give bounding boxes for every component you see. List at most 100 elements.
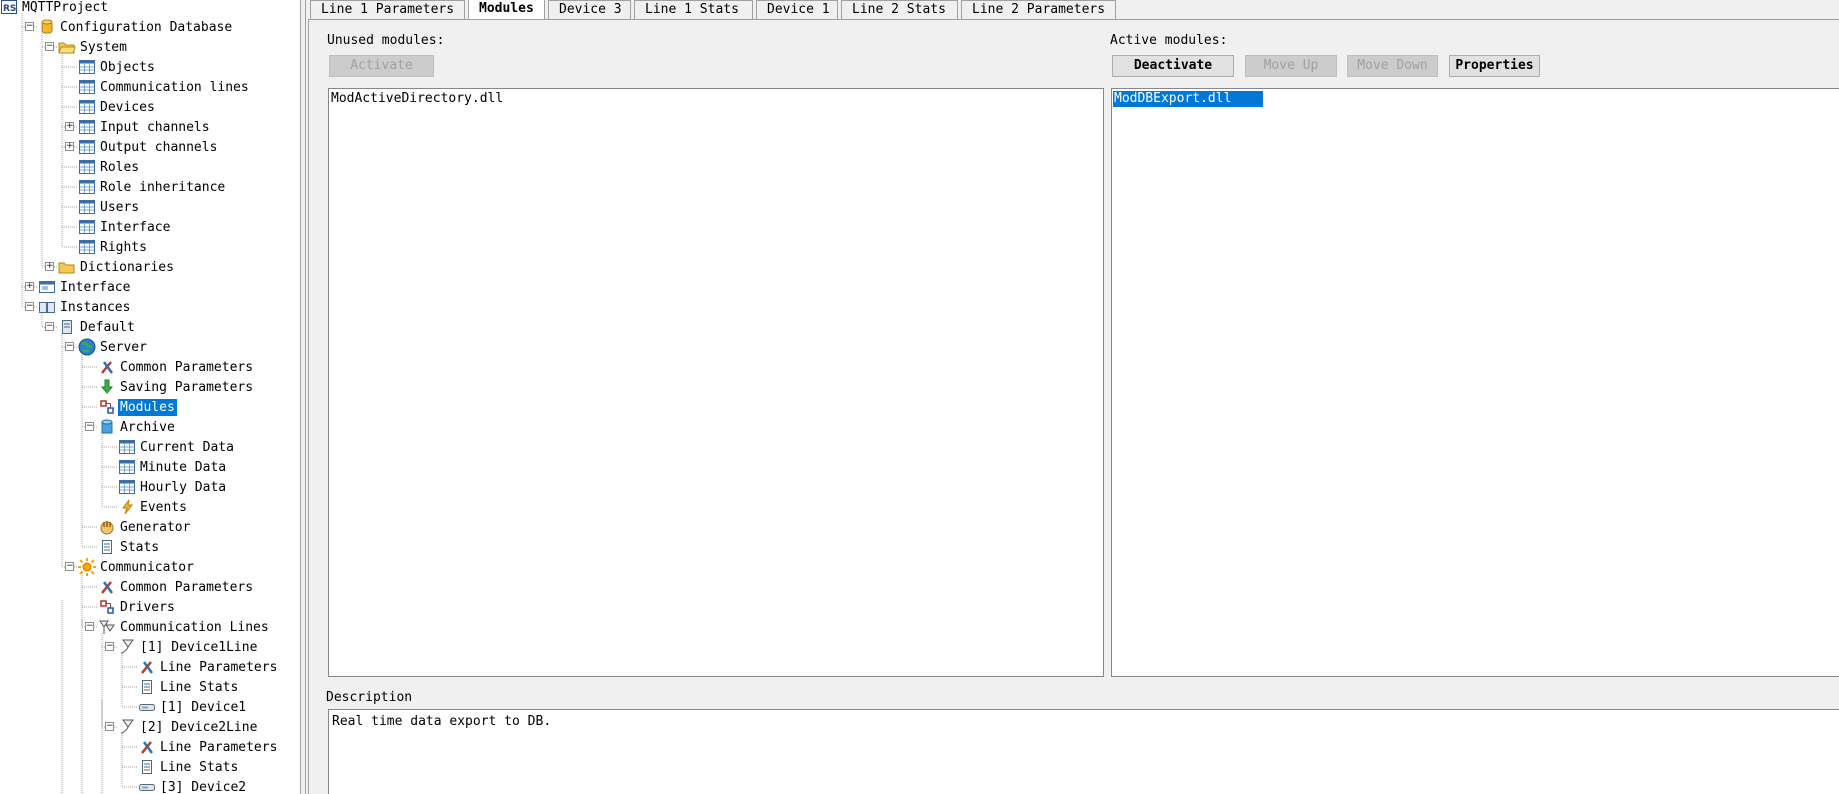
- tree-node-label[interactable]: Interface: [58, 279, 132, 296]
- collapse-icon[interactable]: −: [85, 622, 94, 631]
- deactivate-button[interactable]: Deactivate: [1112, 55, 1234, 77]
- unused-modules-list[interactable]: ModActiveDirectory.dll: [328, 88, 1104, 677]
- folder-icon: [58, 258, 76, 276]
- table-icon: [78, 138, 96, 156]
- tree-node-label[interactable]: Events: [138, 499, 189, 516]
- tree-node-label[interactable]: Interface: [98, 219, 172, 236]
- collapse-icon[interactable]: −: [25, 302, 34, 311]
- tree-node-label[interactable]: Objects: [98, 59, 157, 76]
- collapse-icon[interactable]: −: [105, 722, 114, 731]
- tab-line-1-stats[interactable]: Line 1 Stats: [634, 0, 753, 20]
- tab-modules[interactable]: Modules: [468, 0, 545, 20]
- tree-node-label[interactable]: Line Stats: [158, 759, 240, 776]
- tree-node-label[interactable]: [3] Device2: [158, 779, 248, 794]
- tree-node-label[interactable]: Current Data: [138, 439, 236, 456]
- tools-icon: [98, 578, 116, 596]
- tab-line-2-parameters[interactable]: Line 2 Parameters: [961, 0, 1116, 20]
- document-icon: [98, 538, 116, 556]
- tree-node-label[interactable]: Line Parameters: [158, 739, 279, 756]
- table-icon: [78, 78, 96, 96]
- table-icon: [118, 458, 136, 476]
- tree-node-label[interactable]: Dictionaries: [78, 259, 176, 276]
- tree-node-label[interactable]: Role inheritance: [98, 179, 227, 196]
- comm-line-icon: [118, 718, 136, 736]
- collapse-icon[interactable]: −: [105, 642, 114, 651]
- tree-node-label[interactable]: [2] Device2Line: [138, 719, 259, 736]
- expand-icon[interactable]: +: [45, 262, 54, 271]
- move-down-button[interactable]: Move Down: [1347, 55, 1438, 77]
- description-box: Real time data export to DB.: [328, 709, 1839, 794]
- tab-device-3[interactable]: Device 3: [548, 0, 631, 20]
- table-icon: [78, 118, 96, 136]
- cylinder-icon: [98, 418, 116, 436]
- tree-node-label[interactable]: Instances: [58, 299, 132, 316]
- tab-line-2-stats[interactable]: Line 2 Stats: [841, 0, 958, 20]
- tab-device-1[interactable]: Device 1: [756, 0, 838, 20]
- activate-button[interactable]: Activate: [329, 55, 434, 77]
- tree-node-label[interactable]: Communicator: [98, 559, 196, 576]
- tree-node-label[interactable]: Communication lines: [98, 79, 251, 96]
- table-icon: [78, 218, 96, 236]
- rs-project-icon: RS: [0, 0, 18, 16]
- active-modules-list[interactable]: ModDBExport.dll: [1111, 88, 1839, 677]
- modules-tab-page: Unused modules: Activate ModActiveDirect…: [308, 19, 1839, 794]
- tree-node-label[interactable]: Generator: [118, 519, 192, 536]
- lightning-icon: [118, 498, 136, 516]
- list-item-selected[interactable]: ModDBExport.dll: [1113, 91, 1263, 107]
- tree-node-label[interactable]: Devices: [98, 99, 157, 116]
- tree-node-label[interactable]: Communication Lines: [118, 619, 271, 636]
- tree-node-label[interactable]: MQTTProject: [20, 0, 110, 16]
- tree-node-label[interactable]: Configuration Database: [58, 19, 234, 36]
- modules-icon: [98, 398, 116, 416]
- collapse-icon[interactable]: −: [45, 322, 54, 331]
- explorer-tree[interactable]: RS MQTTProject − Configuration Database − Sys…: [0, 0, 300, 794]
- tree-node-label[interactable]: Archive: [118, 419, 177, 436]
- collapse-icon[interactable]: −: [65, 562, 74, 571]
- table-icon: [78, 198, 96, 216]
- interface-window-icon: [38, 278, 56, 296]
- tree-node-label[interactable]: Output channels: [98, 139, 219, 156]
- tree-node-label[interactable]: Line Parameters: [158, 659, 279, 676]
- tree-node-label[interactable]: [1] Device1Line: [138, 639, 259, 656]
- move-up-button[interactable]: Move Up: [1245, 55, 1337, 77]
- tree-node-label[interactable]: Server: [98, 339, 149, 356]
- tree-node-label[interactable]: Drivers: [118, 599, 177, 616]
- tree-node-label[interactable]: Roles: [98, 159, 141, 176]
- sun-icon: [78, 558, 96, 576]
- tree-node-label[interactable]: Modules: [118, 399, 177, 416]
- collapse-icon[interactable]: −: [65, 342, 74, 351]
- tree-node-label[interactable]: Default: [78, 319, 137, 336]
- tree-node-label[interactable]: Common Parameters: [118, 579, 255, 596]
- tree-node-label[interactable]: Saving Parameters: [118, 379, 255, 396]
- expand-icon[interactable]: +: [65, 142, 74, 151]
- table-icon: [78, 178, 96, 196]
- description-caption: Description: [326, 690, 413, 705]
- instance-icon: [58, 318, 76, 336]
- folder-open-icon: [58, 38, 76, 56]
- table-icon: [78, 238, 96, 256]
- unused-modules-caption: Unused modules:: [327, 33, 445, 48]
- tree-node-label[interactable]: System: [78, 39, 129, 56]
- hand-icon: [98, 518, 116, 536]
- collapse-icon[interactable]: −: [45, 42, 54, 51]
- tree-node-label[interactable]: Hourly Data: [138, 479, 228, 496]
- tree-node-label[interactable]: Common Parameters: [118, 359, 255, 376]
- properties-button[interactable]: Properties: [1449, 55, 1540, 77]
- tree-node-label[interactable]: Stats: [118, 539, 161, 556]
- comm-lines-icon: [98, 618, 116, 636]
- collapse-icon[interactable]: −: [85, 422, 94, 431]
- tree-node-label[interactable]: Rights: [98, 239, 149, 256]
- tree-node-label[interactable]: Line Stats: [158, 679, 240, 696]
- tree-node-label[interactable]: Input channels: [98, 119, 212, 136]
- tools-icon: [138, 738, 156, 756]
- tree-node-label[interactable]: [1] Device1: [158, 699, 248, 716]
- collapse-icon[interactable]: −: [25, 22, 34, 31]
- expand-icon[interactable]: +: [65, 122, 74, 131]
- tab-line-1-parameters[interactable]: Line 1 Parameters: [310, 0, 465, 20]
- tools-icon: [138, 658, 156, 676]
- splitter[interactable]: [300, 0, 306, 794]
- tree-node-label[interactable]: Users: [98, 199, 141, 216]
- list-item[interactable]: ModActiveDirectory.dll: [330, 91, 504, 107]
- tree-node-label[interactable]: Minute Data: [138, 459, 228, 476]
- expand-icon[interactable]: +: [25, 282, 34, 291]
